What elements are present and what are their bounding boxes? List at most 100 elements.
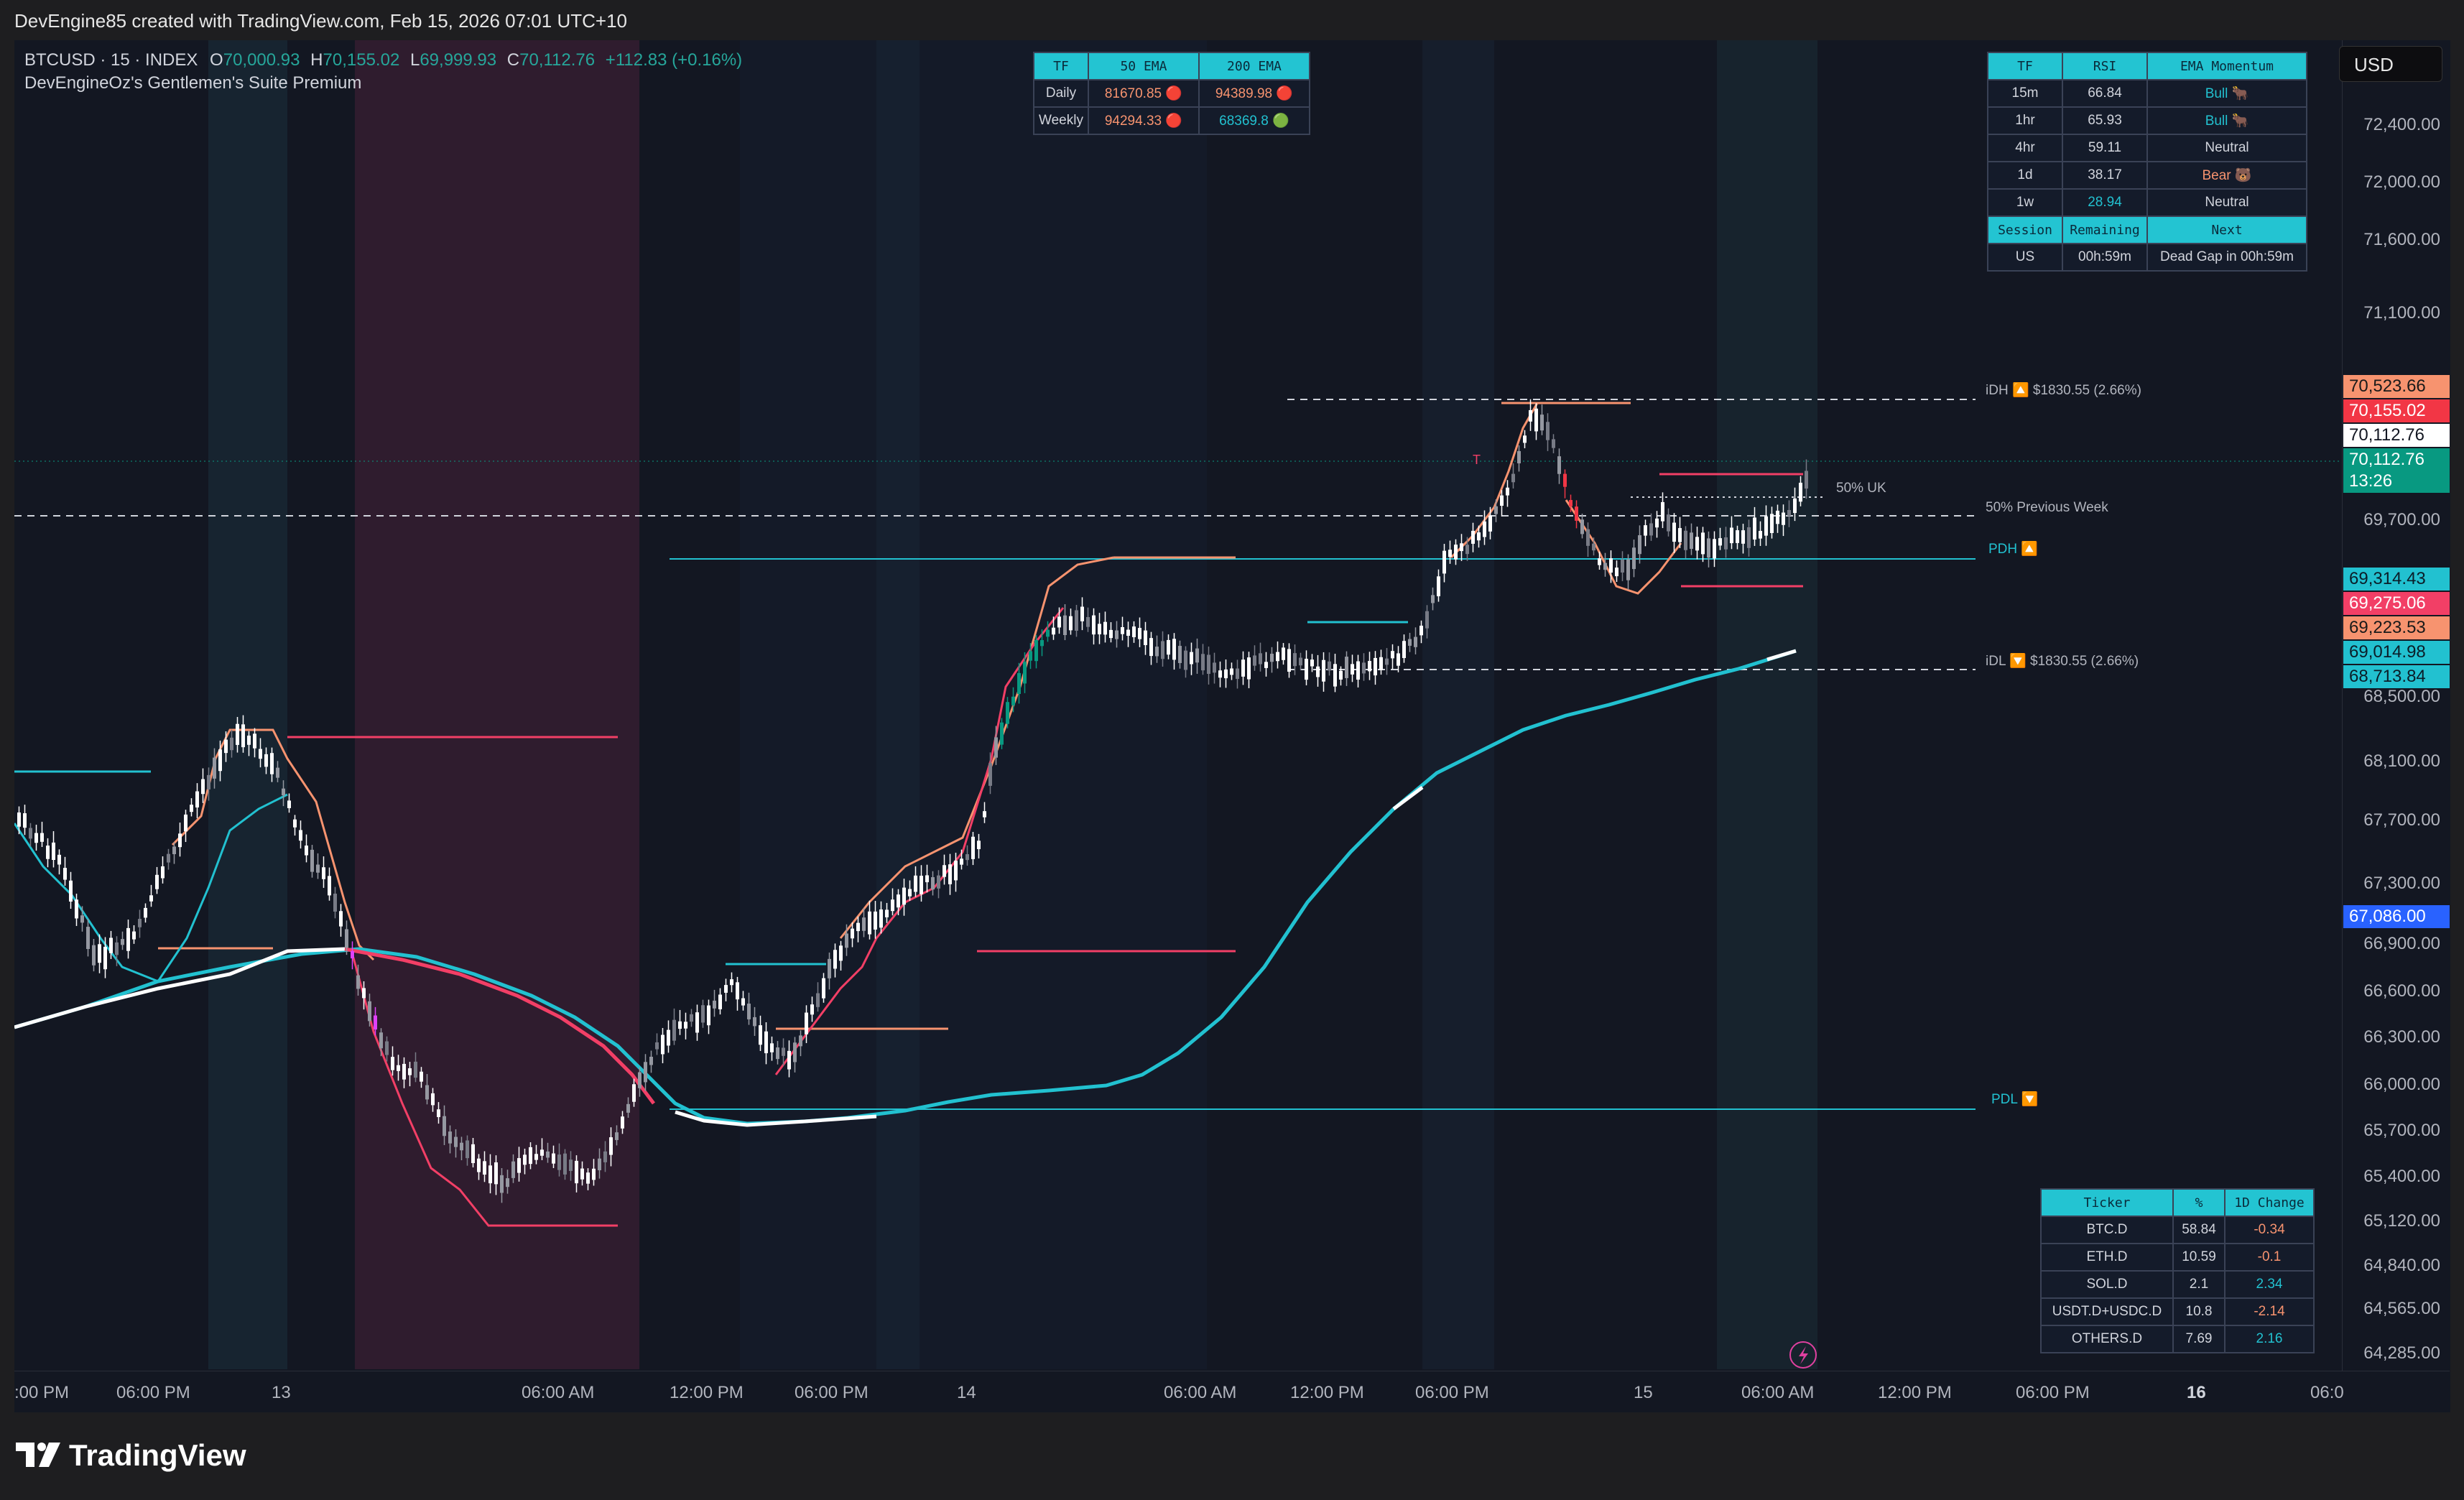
candle-body	[638, 1072, 642, 1088]
candle-body	[1465, 545, 1469, 555]
candle-body	[506, 1178, 509, 1188]
candle-body	[391, 1057, 394, 1070]
dominance-cell: 10.59	[2172, 1243, 2226, 1272]
price-label: 72,400.00	[2363, 115, 2440, 134]
candle-body	[753, 1017, 756, 1027]
dominance-header: %	[2172, 1188, 2226, 1217]
candle-body	[557, 1154, 561, 1170]
candle-body	[299, 830, 302, 841]
candle-body	[1247, 657, 1251, 680]
candle-body	[741, 998, 745, 1006]
candle-body	[310, 849, 314, 872]
time-label: 06:00 PM	[1415, 1383, 1489, 1402]
rsi-cell: 15m	[1987, 79, 2063, 108]
price-badge: 70,112.76	[2343, 424, 2450, 447]
candle-body	[759, 1025, 762, 1045]
candle-body	[862, 917, 866, 931]
candle-body	[730, 979, 733, 986]
rsi-cell: Neutral	[2146, 188, 2307, 217]
indicator-name[interactable]: DevEngineOz's Gentlemen's Suite Premium	[24, 73, 361, 93]
brand-name[interactable]: TradingView	[69, 1438, 246, 1473]
candle-body	[713, 1000, 716, 1009]
time-label: 06:0	[2310, 1383, 2344, 1402]
price-label: 67,300.00	[2363, 874, 2440, 893]
candle-body	[1190, 652, 1193, 665]
candle-body	[948, 864, 952, 884]
candle-body	[1293, 653, 1297, 667]
candle-body	[586, 1172, 590, 1184]
candle-body	[1414, 636, 1417, 647]
candle-body	[437, 1109, 440, 1117]
candle-body	[960, 858, 963, 865]
candle-body	[632, 1084, 636, 1102]
candle-body	[1638, 535, 1641, 555]
candle-body	[1454, 545, 1458, 560]
time-axis[interactable]: :00 PM 06:00 PM 13 06:00 AM 12:00 PM 06:…	[14, 1371, 2450, 1413]
candle-body	[856, 922, 860, 932]
candle-body	[1098, 624, 1101, 634]
candle-body	[92, 945, 96, 966]
symbol-legend[interactable]: BTCUSD · 15 · INDEX O70,000.93 H70,155.0…	[24, 50, 742, 70]
candle-body	[1736, 530, 1739, 543]
price-badge-text: 69,223.53	[2349, 618, 2426, 637]
candle-body	[1230, 668, 1233, 675]
candle-body	[1718, 538, 1722, 546]
candle-body	[1374, 657, 1377, 676]
footer-bar: TradingView	[0, 1412, 2464, 1500]
currency-button[interactable]: USD	[2339, 46, 2442, 82]
price-label: 66,600.00	[2363, 981, 2440, 1001]
candle-body	[1149, 638, 1153, 657]
candle-body	[264, 754, 268, 767]
candle-body	[1379, 657, 1383, 670]
candle-body	[1575, 506, 1578, 521]
chart-pane[interactable]: iDH 🔼 $1830.55 (2.66%) 50% UK 50% Previo…	[14, 40, 2450, 1412]
candle-body	[511, 1161, 515, 1178]
candle-body	[1626, 559, 1630, 580]
candle-body	[115, 942, 119, 955]
candle-body	[983, 811, 986, 818]
session-header: Session	[1987, 216, 2063, 244]
candle-body	[609, 1137, 613, 1155]
price-badge-text: 69,275.06	[2349, 593, 2426, 613]
candle-body	[121, 939, 124, 945]
price-badge-text: 70,155.02	[2349, 401, 2426, 420]
session-header: Next	[2146, 216, 2307, 244]
price-badge: 67,086.00	[2343, 905, 2450, 928]
price-label: 65,120.00	[2363, 1211, 2440, 1231]
pdh-label: PDH 🔼	[1988, 540, 2038, 557]
green-dot-icon: 🟢	[1272, 114, 1289, 129]
candle-body	[236, 723, 239, 745]
symbol-name[interactable]: BTCUSD · 15 · INDEX	[24, 50, 198, 70]
candle-body	[466, 1140, 469, 1159]
rsi-cell: Neutral	[2146, 134, 2307, 162]
session-band	[208, 40, 287, 1369]
candle-body	[1397, 653, 1400, 666]
candle-body	[546, 1151, 550, 1158]
dominance-cell: 2.1	[2172, 1270, 2226, 1299]
candle-body	[356, 975, 360, 989]
rsi-cell: 38.17	[2062, 161, 2148, 190]
candle-body	[448, 1131, 452, 1144]
countdown-badge: 13:26	[2343, 470, 2450, 493]
candle-body	[80, 915, 84, 923]
ema-table: TF 50 EMA 200 EMA Daily 81670.85 🔴 94389…	[1033, 52, 1310, 135]
price-scale[interactable]: 72,400.00 72,000.00 71,600.00 71,100.00 …	[2342, 40, 2450, 1412]
candle-body	[345, 929, 348, 948]
rsi-cell: 59.11	[2062, 134, 2148, 162]
candle-body	[718, 994, 722, 1009]
candle-body	[161, 866, 165, 879]
price-label: 64,285.00	[2363, 1343, 2440, 1363]
candle-body	[218, 749, 222, 772]
ema-table-cell: 94294.33 🔴	[1087, 106, 1200, 135]
candle-body	[1425, 611, 1429, 629]
idl-label: iDL 🔽 $1830.55 (2.66%)	[1986, 652, 2139, 669]
candle-body	[339, 911, 343, 927]
candle-body	[977, 841, 981, 849]
dominance-cell: 7.69	[2172, 1325, 2226, 1353]
candle-body	[1080, 606, 1084, 621]
candle-body	[931, 877, 935, 890]
candle-body	[552, 1153, 555, 1164]
candle-body	[770, 1043, 774, 1052]
candle-body	[1540, 415, 1544, 431]
time-label: 12:00 PM	[1290, 1383, 1364, 1402]
